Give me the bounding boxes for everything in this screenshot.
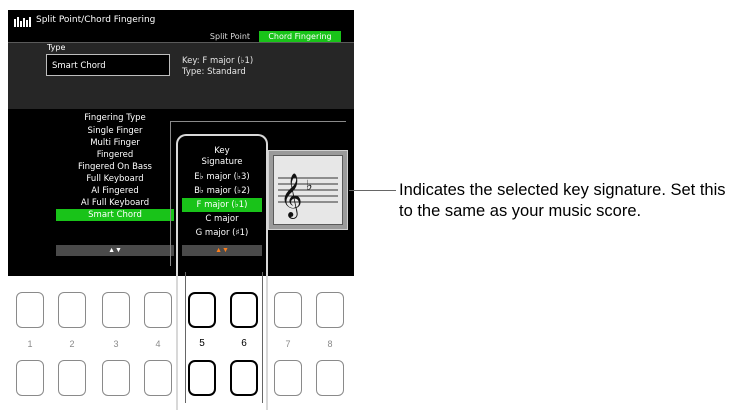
key-signature-staff-display: 𝄞 ♭ [268,150,348,230]
upper-button-6[interactable] [230,292,258,328]
upper-button-5[interactable] [188,292,216,328]
lower-button-6[interactable] [230,360,258,396]
svg-text:𝄞: 𝄞 [280,173,302,219]
upper-button-8[interactable] [316,292,344,328]
flat-symbol: ♭ [306,178,313,194]
lower-button-2[interactable] [58,360,86,396]
lower-button-1[interactable] [16,360,44,396]
tab-split-point[interactable]: Split Point [201,31,259,42]
type-label: Type [47,43,66,52]
fingering-item-smart-chord[interactable]: Smart Chord [56,209,174,221]
button-number-3: 3 [113,339,119,349]
fingering-item-ai-full-keyboard[interactable]: AI Full Keyboard [56,197,174,209]
button-number-5: 5 [199,338,205,349]
lower-button-7[interactable] [274,360,302,396]
lower-button-4[interactable] [144,360,172,396]
window-title: Split Point/Chord Fingering [36,15,156,25]
button-number-8: 8 [327,339,333,349]
button-number-1: 1 [27,339,33,349]
upper-button-4[interactable] [144,292,172,328]
upper-button-1[interactable] [16,292,44,328]
fingering-type-list: Single Finger Multi Finger Fingered Fing… [56,125,174,221]
fingering-item-full-keyboard[interactable]: Full Keyboard [56,173,174,185]
callout-text: Indicates the selected key signature. Se… [399,181,726,220]
fingering-scroll-arrows[interactable]: ▲▼ [56,245,174,256]
current-type-text: Type: Standard [182,67,246,77]
fingering-type-title: Fingering Type [84,113,146,123]
fingering-item-fingered[interactable]: Fingered [56,149,174,161]
fingering-item-ai-fingered[interactable]: AI Fingered [56,185,174,197]
staff-panel: 𝄞 ♭ [273,155,343,225]
lower-button-5[interactable] [188,360,216,396]
lower-button-3[interactable] [102,360,130,396]
lower-button-8[interactable] [316,360,344,396]
button-number-2: 2 [69,339,75,349]
type-value-box[interactable]: Smart Chord [46,54,170,76]
upper-button-2[interactable] [58,292,86,328]
treble-clef-staff-icon: 𝄞 ♭ [278,173,338,219]
column-guide-left [185,272,186,403]
current-key-text: Key: F major (♭1) [182,56,254,66]
tab-chord-fingering[interactable]: Chord Fingering [259,31,341,42]
fingering-item-fingered-on-bass[interactable]: Fingered On Bass [56,161,174,173]
button-number-4: 4 [155,339,161,349]
keyboard-icon [14,17,31,27]
upper-button-3[interactable] [102,292,130,328]
upper-button-7[interactable] [274,292,302,328]
button-number-7: 7 [285,339,291,349]
button-number-6: 6 [241,338,247,349]
fingering-item-multi-finger[interactable]: Multi Finger [56,137,174,149]
fingering-item-single-finger[interactable]: Single Finger [56,125,174,137]
callout-leader-line [349,190,396,191]
column-guide-right [262,272,263,403]
